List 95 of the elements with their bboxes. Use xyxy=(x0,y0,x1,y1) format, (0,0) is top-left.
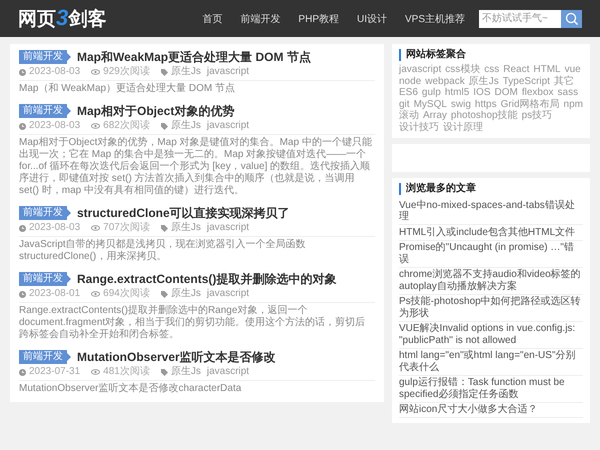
article-title[interactable]: Map相对于Object对象的优势 xyxy=(77,104,234,118)
nav-link[interactable]: 前端开发 xyxy=(240,12,280,26)
eye-icon xyxy=(91,69,100,75)
article-link[interactable]: VUE解决Invalid options in vue.config.js: "publicPath" is not allowed xyxy=(399,322,583,348)
tag-link[interactable]: swig xyxy=(450,98,471,110)
tag-link[interactable]: ES6 xyxy=(399,87,418,98)
clock-icon xyxy=(19,290,26,298)
tag-link[interactable]: javascript xyxy=(206,366,250,378)
view-count: 707次阅读 xyxy=(103,222,150,234)
article-title[interactable]: structuredClone可以直接实现深拷贝了 xyxy=(77,206,290,220)
view-count: 929次阅读 xyxy=(103,66,150,78)
tag-link[interactable]: DOM xyxy=(494,87,518,98)
tag-icon xyxy=(160,224,168,232)
tag-link[interactable]: TypeScript xyxy=(502,76,550,87)
tag-link[interactable]: photoshop技能 xyxy=(450,110,518,122)
article-title[interactable]: MutationObserver监听文本是否修改 xyxy=(77,350,276,364)
nav-link[interactable]: 首页 xyxy=(202,12,222,26)
tag-link[interactable]: css模块 xyxy=(445,64,480,76)
site-logo[interactable]: 网页3剑客 xyxy=(18,5,106,32)
article-title[interactable]: Map和WeakMap更适合处理大量 DOM 节点 xyxy=(77,50,311,64)
tag-link[interactable]: sass xyxy=(558,87,578,98)
tag-link[interactable]: git xyxy=(399,98,410,110)
clock-icon xyxy=(19,368,26,376)
tag-link[interactable]: gulp xyxy=(422,87,441,98)
tag-link[interactable]: javascript xyxy=(399,64,442,76)
eye-icon xyxy=(91,369,100,375)
article-link[interactable]: Ps技能-photoshop中如何把路径或选区转为形状 xyxy=(399,294,583,322)
view-count: 694次阅读 xyxy=(103,288,150,300)
post-date: 2023-08-03 xyxy=(29,222,80,234)
article-link[interactable]: html lang="en"或html lang="en-US"分别代表什么 xyxy=(399,348,583,376)
article-excerpt: Range.extractContents()提取并删除选中的Range对象，返回一个document.fragment对象，相当于我们的剪切功能。使用这个方法的话，剪切后跨标签会自动补全开始和闭合标签。 xyxy=(19,305,366,341)
eye-icon xyxy=(91,225,100,231)
post-date: 2023-08-03 xyxy=(29,120,80,132)
article-title[interactable]: Range.extractContents()提取并删除选中的对象 xyxy=(77,272,336,286)
tag-icon xyxy=(160,290,168,298)
tag-link[interactable]: 原生Js xyxy=(170,288,201,300)
tag-link[interactable]: 其它 xyxy=(554,76,574,87)
post-date: 2023-08-03 xyxy=(29,66,80,78)
tag-link[interactable]: 设计原理 xyxy=(443,122,483,133)
tag-icon xyxy=(160,122,168,130)
clock-icon xyxy=(19,224,26,232)
article-excerpt: MutationObserver监听文本是否修改characterData xyxy=(19,383,242,395)
nav-link[interactable]: VPS主机推荐 xyxy=(404,12,465,26)
tag-link[interactable]: javascript xyxy=(206,288,250,300)
article-link[interactable]: chrome浏览器不支持audio和video标签的autoplay自动播放解决方案 xyxy=(399,268,583,294)
tag-link[interactable]: javascript xyxy=(206,222,250,234)
clock-icon xyxy=(19,68,26,76)
eye-icon xyxy=(91,123,100,129)
tag-link[interactable]: html5 xyxy=(444,87,470,98)
article-link[interactable]: Promise的"Uncaught (in promise) …"错误 xyxy=(399,240,583,268)
tag-link[interactable]: javascript xyxy=(206,66,250,78)
tag-icon xyxy=(160,368,168,376)
tag-link[interactable]: 原生Js xyxy=(170,366,201,378)
article-excerpt: Map（和 WeakMap）更适合处理大量 DOM 节点 xyxy=(19,83,236,95)
tag-icon xyxy=(160,68,168,76)
article-excerpt: JavaScript自带的拷贝都是浅拷贝，现在浏览器引入一个全局函数structuredClone()，用来深拷贝。 xyxy=(19,239,307,263)
tag-link[interactable]: 原生Js xyxy=(170,222,201,234)
panel-title: 网站标签聚合 xyxy=(399,49,583,61)
tag-link[interactable]: React xyxy=(503,64,530,76)
tag-link[interactable]: MySQL xyxy=(414,98,447,110)
nav-link[interactable]: UI设计 xyxy=(356,12,387,26)
tag-link[interactable]: https xyxy=(474,98,497,110)
tag-link[interactable]: 滚动 xyxy=(399,110,419,122)
article-link[interactable]: Vue中no-mixed-spaces-and-tabs错误处理 xyxy=(399,198,583,225)
tag-link[interactable]: vue xyxy=(564,64,581,76)
tag-link[interactable]: HTML xyxy=(533,64,561,76)
panel-title: 浏览最多的文章 xyxy=(399,183,583,195)
search-button[interactable] xyxy=(561,10,582,28)
tag-link[interactable]: IOS xyxy=(473,87,490,98)
tag-link[interactable]: ps技巧 xyxy=(522,110,552,122)
tag-link[interactable]: node xyxy=(399,76,422,87)
search-field[interactable]: 不妨试试手气~ xyxy=(479,10,561,28)
eye-icon xyxy=(91,291,100,297)
clock-icon xyxy=(19,122,26,130)
view-count: 682次阅读 xyxy=(103,120,150,132)
article-link[interactable]: HTML引入或include包含其他HTML文件 xyxy=(399,225,583,240)
tag-link[interactable]: flexbox xyxy=(522,87,554,98)
view-count: 481次阅读 xyxy=(103,366,150,378)
article-link[interactable]: gulp运行报错：Task function must be specified必须指定任务函数 xyxy=(399,376,583,402)
tag-link[interactable]: javascript xyxy=(206,120,250,132)
tag-link[interactable]: 设计技巧 xyxy=(399,122,439,133)
tag-link[interactable]: css xyxy=(484,64,500,76)
tag-link[interactable]: Grid网格布局 xyxy=(500,98,560,110)
search-icon xyxy=(564,12,578,26)
tag-link[interactable]: Array xyxy=(423,110,447,122)
nav-link[interactable]: PHP教程 xyxy=(298,12,339,26)
tag-link[interactable]: npm xyxy=(564,98,583,110)
tag-link[interactable]: 原生Js xyxy=(468,76,499,87)
tag-link[interactable]: webpack xyxy=(425,76,465,87)
article-link[interactable]: 网站icon尺寸大小做多大合适？ xyxy=(399,402,583,418)
post-date: 2023-07-31 xyxy=(29,366,80,378)
tag-link[interactable]: 原生Js xyxy=(170,66,201,78)
article-excerpt: Map相对于Object对象的优势，Map 对象是键值对的集合。Map 中的一个键只能出现一次；它在 Map 的集合中是独一无二的。Map 对象按键值对迭代——一个 for...of 循环在每次迭代后会返回一个形式为 [key，value] 的数组。迭代按插入顺序进行，即键值对按 set() 方法首次插入到集合中的顺序（也就是说，当调用 set() 时，map 中没有具有相同值的键）进行迭代。 xyxy=(19,137,373,197)
tag-link[interactable]: 原生Js xyxy=(170,120,201,132)
post-date: 2023-08-01 xyxy=(29,288,80,300)
